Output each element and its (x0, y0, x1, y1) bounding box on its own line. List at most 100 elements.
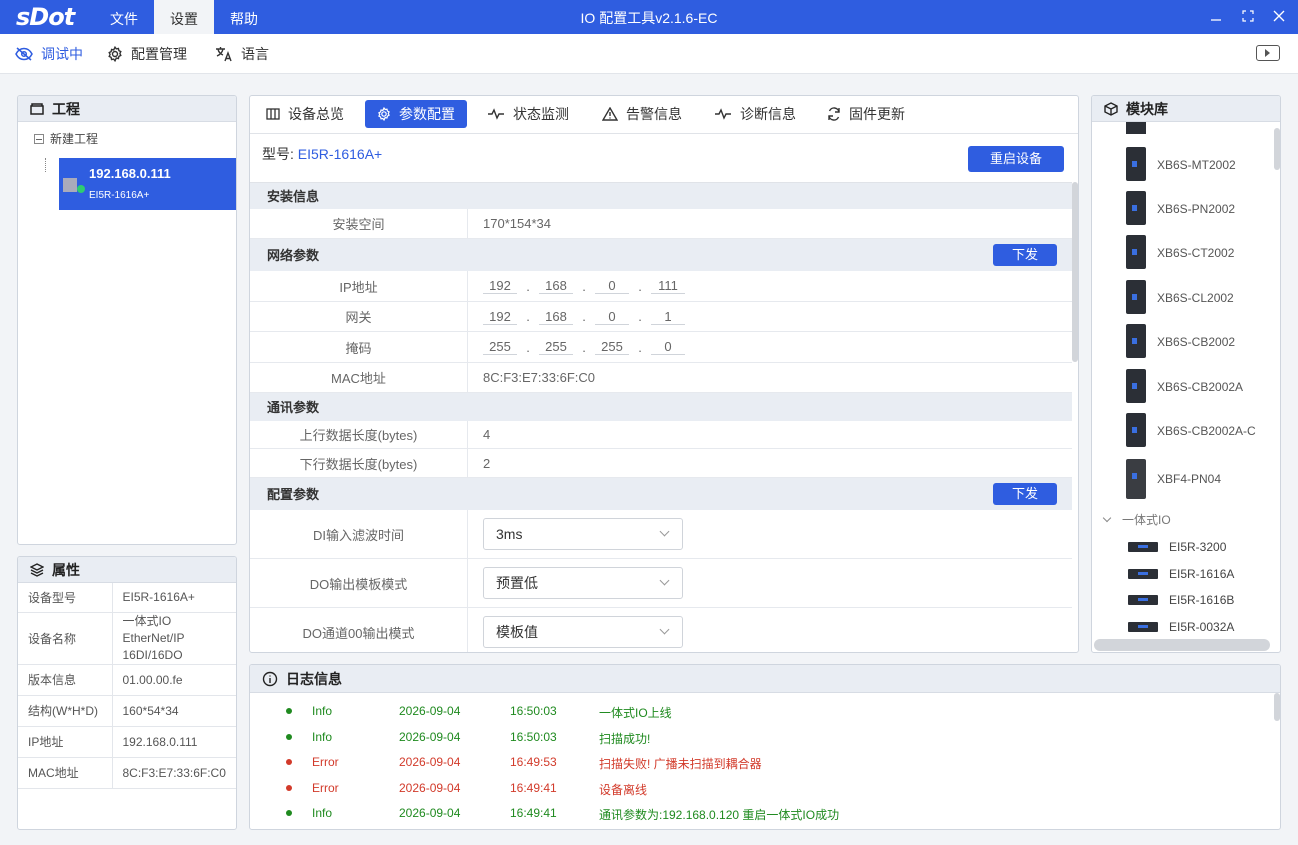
status-dot-icon (286, 759, 292, 765)
mask-octet[interactable]: 255 (539, 339, 573, 355)
mask-octet[interactable]: 255 (595, 339, 629, 355)
gateway-octet[interactable]: 1 (651, 309, 685, 325)
minimize-icon[interactable] (1201, 0, 1231, 34)
ip-octet[interactable]: 168 (539, 278, 573, 294)
prop-label: MAC地址 (18, 757, 113, 789)
debug-button[interactable]: 调试中 (15, 34, 83, 74)
tree-connector (45, 158, 46, 172)
module-icon (1126, 413, 1146, 447)
prop-row: 结构(W*H*D) 160*54*34 (18, 695, 236, 727)
log-header: 日志信息 (250, 665, 1280, 693)
tab-alarm[interactable]: 告警信息 (590, 100, 694, 128)
maximize-icon[interactable] (1233, 0, 1263, 34)
row-label: 网关 (250, 302, 468, 331)
collapse-icon[interactable] (34, 133, 44, 144)
log-message: 扫描成功! (599, 732, 651, 746)
eye-off-icon (15, 47, 33, 61)
module-scrollbar[interactable] (1274, 128, 1280, 170)
module-icon (1126, 280, 1146, 314)
mask-input[interactable]: 255. 255. 255. 0 (483, 332, 685, 362)
gateway-octet[interactable]: 192 (483, 309, 517, 325)
select-value: 预置低 (496, 575, 538, 591)
menu-help[interactable]: 帮助 (220, 0, 268, 34)
module-item[interactable]: XB6S-CL2002 (1092, 277, 1280, 321)
tree-root[interactable]: 新建工程 (34, 130, 98, 147)
module-name: XB6S-PN2002 (1157, 202, 1236, 216)
params-scrollbar[interactable] (1072, 182, 1078, 362)
status-dot-icon (286, 810, 292, 816)
menu-settings[interactable]: 设置 (154, 0, 214, 34)
module-item[interactable]: XB6S-CB2002A (1092, 366, 1280, 410)
toolbar: 调试中 配置管理 语言 (0, 34, 1298, 74)
do-mode-select[interactable]: 预置低 (483, 567, 683, 599)
module-hscrollbar[interactable] (1094, 639, 1270, 651)
ip-input[interactable]: 192. 168. 0. 111 (483, 271, 685, 301)
module-name: EI5R-1616A (1169, 567, 1235, 581)
row-mask: 掩码 255. 255. 255. 0 (250, 332, 1072, 363)
mask-octet[interactable]: 255 (483, 339, 517, 355)
ip-octet[interactable]: 192 (483, 278, 517, 294)
prop-value: 一体式IO EtherNet/IP 16DI/16DO (112, 612, 236, 665)
module-item[interactable]: XB6S-PN2002 (1092, 188, 1280, 232)
mask-octet[interactable]: 0 (651, 339, 685, 355)
gateway-octet[interactable]: 0 (595, 309, 629, 325)
menu-file[interactable]: 文件 (100, 0, 148, 34)
log-entry: Error 2026-09-04 16:49:53 扫描失败! 广播未扫描到耦合… (250, 752, 1250, 772)
gateway-input[interactable]: 192. 168. 0. 1 (483, 302, 685, 331)
prop-label: 结构(W*H*D) (18, 695, 113, 727)
log-message: 通讯参数为:192.168.0.120 重启一体式IO成功 (599, 808, 840, 822)
config-manage-label: 配置管理 (131, 46, 187, 62)
close-icon[interactable] (1264, 0, 1294, 34)
module-item[interactable]: XB6S-CB2002 (1092, 321, 1280, 365)
properties-table: 设备型号 EI5R-1616A+ 设备名称 一体式IO EtherNet/IP … (18, 583, 236, 789)
module-group-toggle[interactable]: 一体式IO (1102, 510, 1171, 528)
panel-toggle-icon[interactable] (1256, 45, 1280, 61)
row-gateway: 网关 192. 168. 0. 1 (250, 302, 1072, 332)
module-item[interactable]: XB6S-MT2002 (1092, 144, 1280, 188)
module-item[interactable]: XB6S-CB2002A-C (1092, 410, 1280, 454)
model-row: 型号: EI5R-1616A+ (262, 144, 382, 164)
section-config: 配置参数 (250, 478, 1072, 510)
module-item[interactable]: EI5R-1616B (1092, 590, 1280, 610)
device-node[interactable]: 192.168.0.111 EI5R-1616A+ (59, 158, 236, 210)
row-di-filter: DI输入滤波时间 3ms (250, 510, 1072, 559)
tab-params[interactable]: 参数配置 (365, 100, 467, 128)
do-ch00-select[interactable]: 模板值 (483, 616, 683, 648)
module-item[interactable]: EI5R-3200 (1092, 537, 1280, 557)
row-label: DI输入滤波时间 (250, 510, 468, 558)
tab-status[interactable]: 状态监测 (475, 100, 581, 128)
title-bar: sDot 文件 设置 帮助 IO 配置工具v2.1.6-EC (0, 0, 1298, 34)
restart-button[interactable]: 重启设备 (968, 146, 1064, 172)
log-date: 2026-09-04 (399, 781, 461, 795)
tab-label: 告警信息 (626, 106, 682, 122)
prop-row: 设备型号 EI5R-1616A+ (18, 583, 236, 613)
project-header: 工程 (18, 96, 236, 122)
tab-label: 设备总览 (288, 106, 344, 122)
send-config-button[interactable]: 下发 (993, 483, 1057, 505)
send-network-button[interactable]: 下发 (993, 244, 1057, 266)
log-entry: Info 2026-09-04 16:50:03 扫描成功! (250, 727, 1250, 747)
module-item[interactable]: XBF4-PN04 (1092, 456, 1280, 504)
prop-value: 192.168.0.111 (112, 726, 236, 758)
log-date: 2026-09-04 (399, 704, 461, 718)
di-filter-select[interactable]: 3ms (483, 518, 683, 550)
tab-overview[interactable]: 设备总览 (254, 100, 356, 128)
ip-octet[interactable]: 0 (595, 278, 629, 294)
config-manage-button[interactable]: 配置管理 (107, 34, 187, 74)
module-item[interactable]: XB6S-CT2002 (1092, 232, 1280, 276)
row-label: 下行数据长度(bytes) (250, 449, 468, 477)
section-comm: 通讯参数 (250, 393, 1072, 421)
gateway-octet[interactable]: 168 (539, 309, 573, 325)
ip-octet[interactable]: 111 (651, 278, 685, 294)
row-install-space: 安装空间 170*154*34 (250, 209, 1072, 239)
module-library-header: 模块库 (1092, 96, 1280, 122)
module-item[interactable]: EI5R-1616A (1092, 564, 1280, 584)
tab-firmware[interactable]: 固件更新 (815, 100, 917, 128)
tree-root-label: 新建工程 (50, 132, 99, 146)
log-scrollbar[interactable] (1274, 693, 1280, 721)
language-button[interactable]: 语言 (215, 34, 269, 74)
tab-diagnose[interactable]: 诊断信息 (702, 100, 808, 128)
module-icon (1126, 235, 1146, 269)
module-item[interactable]: EI5R-0032A (1092, 617, 1280, 637)
columns-icon (266, 108, 280, 120)
